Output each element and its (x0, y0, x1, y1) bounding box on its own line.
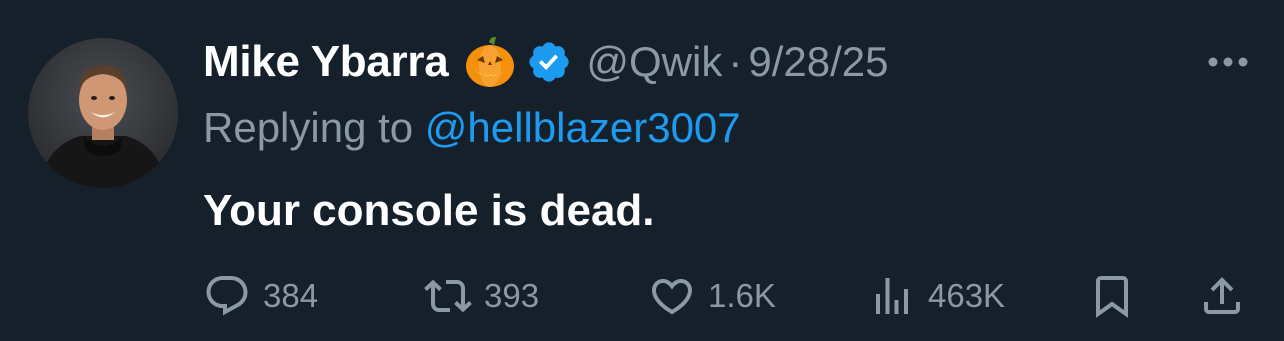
views-count: 463K (928, 277, 1006, 314)
share-icon (1204, 277, 1240, 314)
views-icon (876, 278, 908, 314)
display-name[interactable]: Mike Ybarra (203, 37, 449, 87)
retweet-count: 393 (484, 277, 540, 314)
reply-count: 384 (263, 277, 319, 314)
more-icon (1208, 57, 1248, 67)
heart-icon (651, 279, 693, 315)
bookmark-button[interactable] (1088, 268, 1136, 324)
bookmark-icon (1096, 276, 1128, 318)
replying-to-label: Replying to (203, 104, 425, 151)
replying-to: Replying to @hellblazer3007 (203, 104, 741, 152)
tweet: Mike Ybarra @Qwik · 9/28/25 Replying to … (0, 0, 1284, 341)
tweet-header: Mike Ybarra @Qwik · 9/28/25 (203, 34, 888, 90)
like-button[interactable]: 1.6K (648, 268, 776, 324)
verified-badge-icon[interactable] (526, 39, 572, 85)
handle[interactable]: @Qwik (586, 38, 722, 86)
avatar[interactable] (28, 38, 178, 188)
like-count: 1.6K (708, 277, 776, 314)
tweet-text: Your console is dead. (203, 186, 655, 235)
timestamp[interactable]: 9/28/25 (748, 38, 888, 86)
share-button[interactable] (1198, 268, 1246, 324)
more-options-button[interactable] (1206, 48, 1250, 76)
reply-button[interactable]: 384 (203, 268, 318, 324)
reply-mention-link[interactable]: @hellblazer3007 (425, 104, 741, 151)
pumpkin-emoji-icon (462, 34, 518, 90)
retweet-button[interactable]: 393 (424, 268, 539, 324)
retweet-icon (424, 279, 472, 313)
reply-icon (206, 276, 248, 316)
separator-dot: · (728, 38, 743, 85)
views-button[interactable]: 463K (868, 268, 1005, 324)
